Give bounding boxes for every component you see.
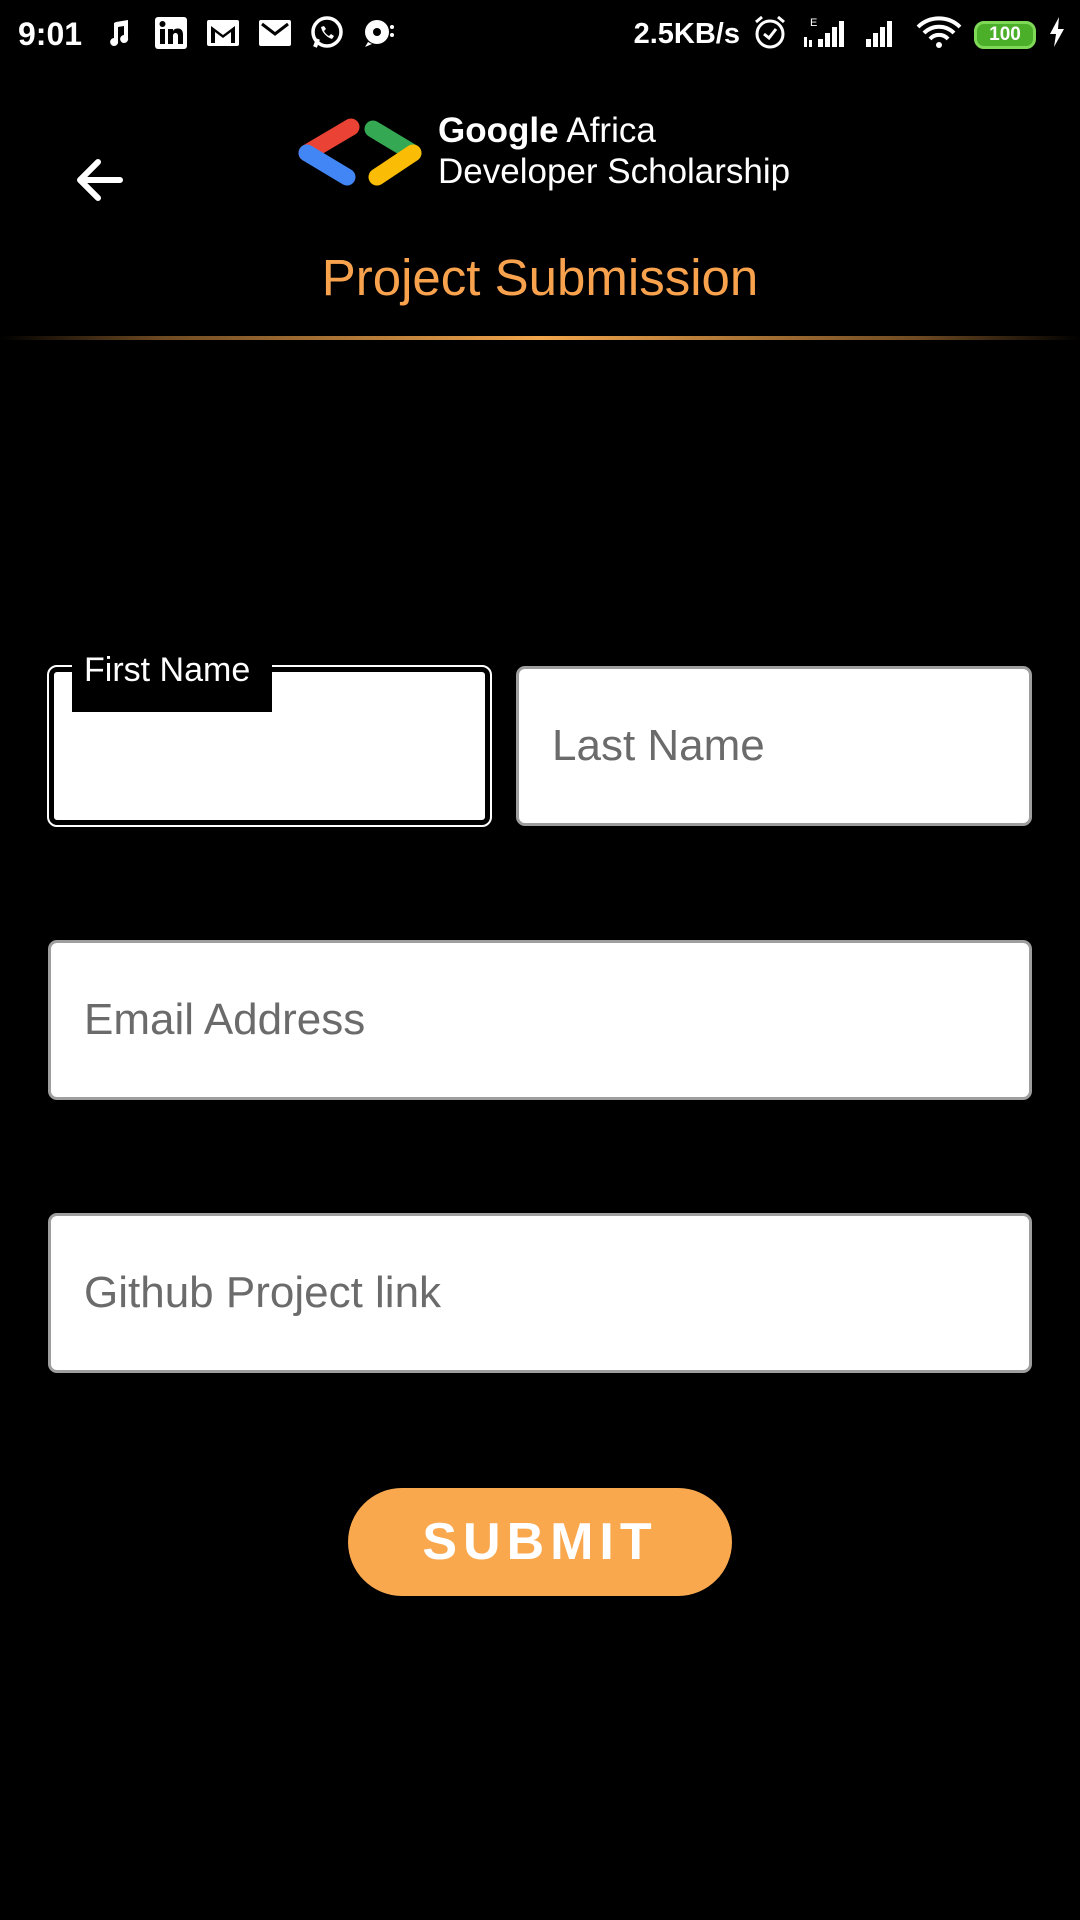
brand-name: Google Africa Developer Scholarship [438, 110, 790, 192]
signal-icon: E [800, 15, 850, 54]
status-time: 9:01 [18, 16, 83, 52]
music-icon [100, 14, 138, 52]
wifi-icon [916, 15, 962, 54]
first-name-label: First Name [72, 650, 272, 712]
signal-icon [862, 15, 904, 54]
brand-africa: Africa [558, 111, 656, 150]
github-link-input[interactable] [51, 1216, 1029, 1370]
gads-logo [295, 113, 435, 193]
network-speed: 2.5KB/s [633, 18, 740, 50]
brand-google: Google [438, 111, 559, 150]
github-link-field[interactable] [48, 1213, 1032, 1373]
svg-text:E: E [810, 17, 817, 29]
linkedin-icon [152, 14, 190, 52]
back-button[interactable] [70, 150, 140, 210]
whatsapp-icon [308, 14, 346, 52]
gmail-icon [256, 14, 294, 52]
page-title: Project Submission [321, 249, 759, 306]
brand-subtitle: Developer Scholarship [438, 152, 791, 191]
battery-icon: 100 [974, 20, 1036, 49]
status-bar: 9:01 2.5KB/s E 100 [0, 0, 1080, 70]
alarm-icon [752, 14, 788, 55]
last-name-input[interactable] [519, 669, 1029, 823]
gmail-icon [204, 14, 242, 52]
chat-icon [360, 14, 398, 52]
notification-icons [100, 14, 398, 52]
header-divider [0, 336, 1080, 340]
email-input[interactable] [51, 943, 1029, 1097]
arrow-left-icon [77, 159, 123, 201]
charging-icon [1048, 16, 1066, 53]
system-icons: 2.5KB/s E 100 [634, 14, 1066, 55]
last-name-field[interactable] [516, 666, 1032, 826]
email-field[interactable] [48, 940, 1032, 1100]
submit-button[interactable]: SUBMIT [348, 1488, 732, 1596]
